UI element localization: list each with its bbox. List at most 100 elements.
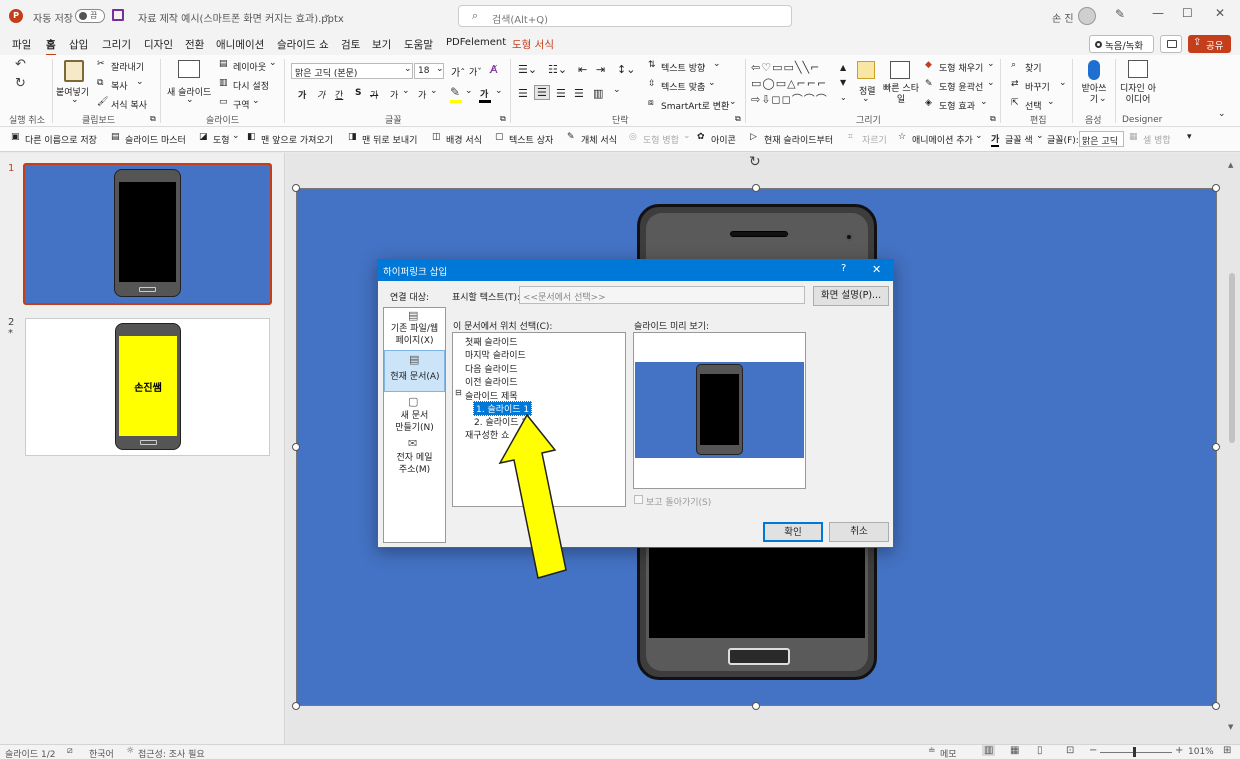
bold-button[interactable]: 가	[298, 88, 306, 101]
comments-button[interactable]	[1160, 35, 1182, 53]
undo-icon[interactable]: ↶	[15, 57, 26, 72]
align-text-label[interactable]: 텍스트 맞춤	[661, 80, 705, 93]
cut-icon[interactable]: ✂	[97, 59, 105, 69]
merge-cells-icon[interactable]: ▦	[1129, 132, 1138, 142]
shrink-font-icon[interactable]: 가ˇ	[469, 65, 482, 78]
shape-outline-icon[interactable]: ✎	[925, 79, 933, 89]
qat-icons[interactable]: 아이콘	[711, 133, 736, 146]
shape-fill-icon[interactable]: ◆	[925, 60, 932, 70]
font-launcher-icon[interactable]: ⧉	[500, 114, 506, 124]
language[interactable]: 한국어	[89, 747, 114, 759]
accessibility-icon[interactable]: ☼	[126, 746, 134, 756]
qat-merge-dropdown-icon[interactable]: ⌄	[683, 131, 691, 141]
paragraph-launcher-icon[interactable]: ⧉	[735, 114, 741, 124]
add-animation-icon[interactable]: ☆	[898, 132, 906, 142]
ribbon-collapse-icon[interactable]: ⌄	[1218, 109, 1226, 119]
qat-slide-master[interactable]: 슬라이드 마스터	[125, 133, 186, 146]
accessibility-status[interactable]: 접근성: 조사 필요	[138, 747, 205, 759]
nav-email[interactable]: ✉ 전자 메일 주소(M)	[384, 436, 445, 478]
section-icon[interactable]: ▭	[219, 97, 228, 107]
zoom-in-icon[interactable]: +	[1175, 745, 1183, 756]
filename-dropdown-icon[interactable]: ⌄	[323, 9, 331, 20]
maximize-icon[interactable]: ☐	[1182, 6, 1193, 20]
drawing-launcher-icon[interactable]: ⧉	[990, 114, 996, 124]
qat-from-current[interactable]: 현재 슬라이드부터	[764, 133, 833, 146]
qat-shape-dropdown-icon[interactable]: ⌄	[232, 131, 240, 141]
tree-item[interactable]: 첫째 슬라이드	[465, 335, 518, 348]
fit-slide-icon[interactable]: ⊞	[1223, 745, 1231, 756]
merge-shapes-icon[interactable]: ◎	[629, 132, 637, 142]
dialog-help-icon[interactable]: ?	[841, 263, 846, 274]
tab-view[interactable]: 보기	[372, 37, 391, 52]
text-direction-dropdown-icon[interactable]: ⌄	[713, 59, 721, 69]
save-icon[interactable]	[112, 9, 124, 21]
shape-effects-icon[interactable]: ◈	[925, 98, 932, 108]
nav-existing-file[interactable]: ▤ 기존 파일/웹 페이지(X)	[384, 308, 445, 350]
avatar[interactable]	[1078, 7, 1096, 25]
ok-button[interactable]: 확인	[763, 522, 823, 542]
selection-handle[interactable]	[292, 184, 300, 192]
tab-animations[interactable]: 애니메이션	[216, 37, 264, 52]
align-text-icon[interactable]: ⇳	[648, 79, 656, 89]
format-painter-label[interactable]: 서식 복사	[111, 98, 147, 111]
copy-dropdown-icon[interactable]: ⌄	[136, 77, 144, 87]
qat-send-back[interactable]: 맨 뒤로 보내기	[362, 133, 417, 146]
designer-label[interactable]: 디자인 아이디어	[1120, 84, 1156, 106]
qat-object-format[interactable]: 개체 서식	[581, 133, 617, 146]
cut-label[interactable]: 잘라내기	[111, 60, 144, 73]
clipboard-launcher-icon[interactable]: ⧉	[150, 114, 156, 124]
shape-outline-dropdown-icon[interactable]: ⌄	[987, 78, 995, 88]
tree-item[interactable]: 다음 슬라이드	[465, 362, 518, 375]
send-back-icon[interactable]: ◨	[348, 132, 357, 142]
shape-outline-label[interactable]: 도형 윤곽선	[939, 80, 983, 93]
qat-add-animation-dropdown-icon[interactable]: ⌄	[975, 131, 983, 141]
background-format-icon[interactable]: ◫	[432, 132, 441, 142]
shape-fill-dropdown-icon[interactable]: ⌄	[987, 59, 995, 69]
quick-styles-label[interactable]: 빠른 스타일	[883, 84, 919, 106]
search-box[interactable]: ⌕ 검색(Alt+Q)	[458, 5, 792, 27]
arrange-icon[interactable]	[857, 61, 875, 79]
smartart-dropdown-icon[interactable]: ⌄	[729, 97, 737, 107]
new-slide-icon[interactable]	[178, 60, 200, 78]
columns-icon[interactable]: ▥	[593, 87, 603, 100]
align-center-icon[interactable]: ☰	[534, 85, 550, 100]
reading-view-icon[interactable]: ▯	[1037, 745, 1043, 756]
rotate-handle-icon[interactable]: ↻	[749, 154, 761, 170]
font-color-dropdown-icon[interactable]: ⌄	[495, 86, 503, 96]
justify-icon[interactable]: ☰	[574, 87, 584, 100]
tab-transitions[interactable]: 전환	[185, 37, 204, 52]
copy-label[interactable]: 복사	[111, 79, 128, 92]
selection-handle[interactable]	[1212, 443, 1220, 451]
selection-handle[interactable]	[292, 443, 300, 451]
zoom-level[interactable]: 101%	[1188, 747, 1214, 757]
tree-item[interactable]: 이전 슬라이드	[465, 375, 518, 388]
shape-icon[interactable]: ◪	[199, 132, 208, 142]
share-button[interactable]: ⇪ 공유	[1188, 35, 1231, 53]
bring-front-icon[interactable]: ◧	[247, 132, 256, 142]
qat-customize-icon[interactable]: ▾	[1187, 132, 1192, 142]
microphone-icon[interactable]	[1088, 60, 1100, 80]
tab-draw[interactable]: 그리기	[102, 37, 131, 52]
select-label[interactable]: 선택	[1025, 99, 1042, 112]
close-window-icon[interactable]: ✕	[1215, 6, 1225, 20]
reset-label[interactable]: 다시 설정	[233, 79, 269, 92]
clear-format-icon[interactable]: A̸	[490, 63, 498, 76]
change-case-button[interactable]: 가	[418, 88, 426, 101]
format-painter-icon[interactable]: 🖌	[97, 97, 108, 107]
slide-thumbnail-1[interactable]	[23, 163, 272, 305]
zoom-slider[interactable]	[1100, 752, 1172, 753]
font-name-select[interactable]: 맑은 고딕 (본문) ⌄	[291, 63, 413, 79]
increase-indent-icon[interactable]: ⇥	[596, 63, 605, 76]
layout-dropdown-icon[interactable]: ⌄	[269, 58, 277, 68]
align-left-icon[interactable]: ☰	[518, 87, 528, 100]
display-text-input[interactable]: <<문서에서 선택>>	[519, 286, 805, 304]
qat-textbox[interactable]: 텍스트 상자	[509, 133, 553, 146]
record-button[interactable]: 녹음/녹화	[1089, 35, 1154, 53]
font-size-select[interactable]: 18 ⌄	[414, 63, 444, 79]
redo-icon[interactable]: ↻	[15, 76, 26, 91]
slide-master-icon[interactable]: ▤	[111, 132, 120, 142]
text-direction-label[interactable]: 텍스트 방향	[661, 61, 705, 74]
copy-icon[interactable]: ⧉	[97, 78, 103, 88]
paste-dropdown-icon[interactable]: ⌄	[71, 95, 79, 105]
select-icon[interactable]: ⇱	[1011, 98, 1019, 108]
